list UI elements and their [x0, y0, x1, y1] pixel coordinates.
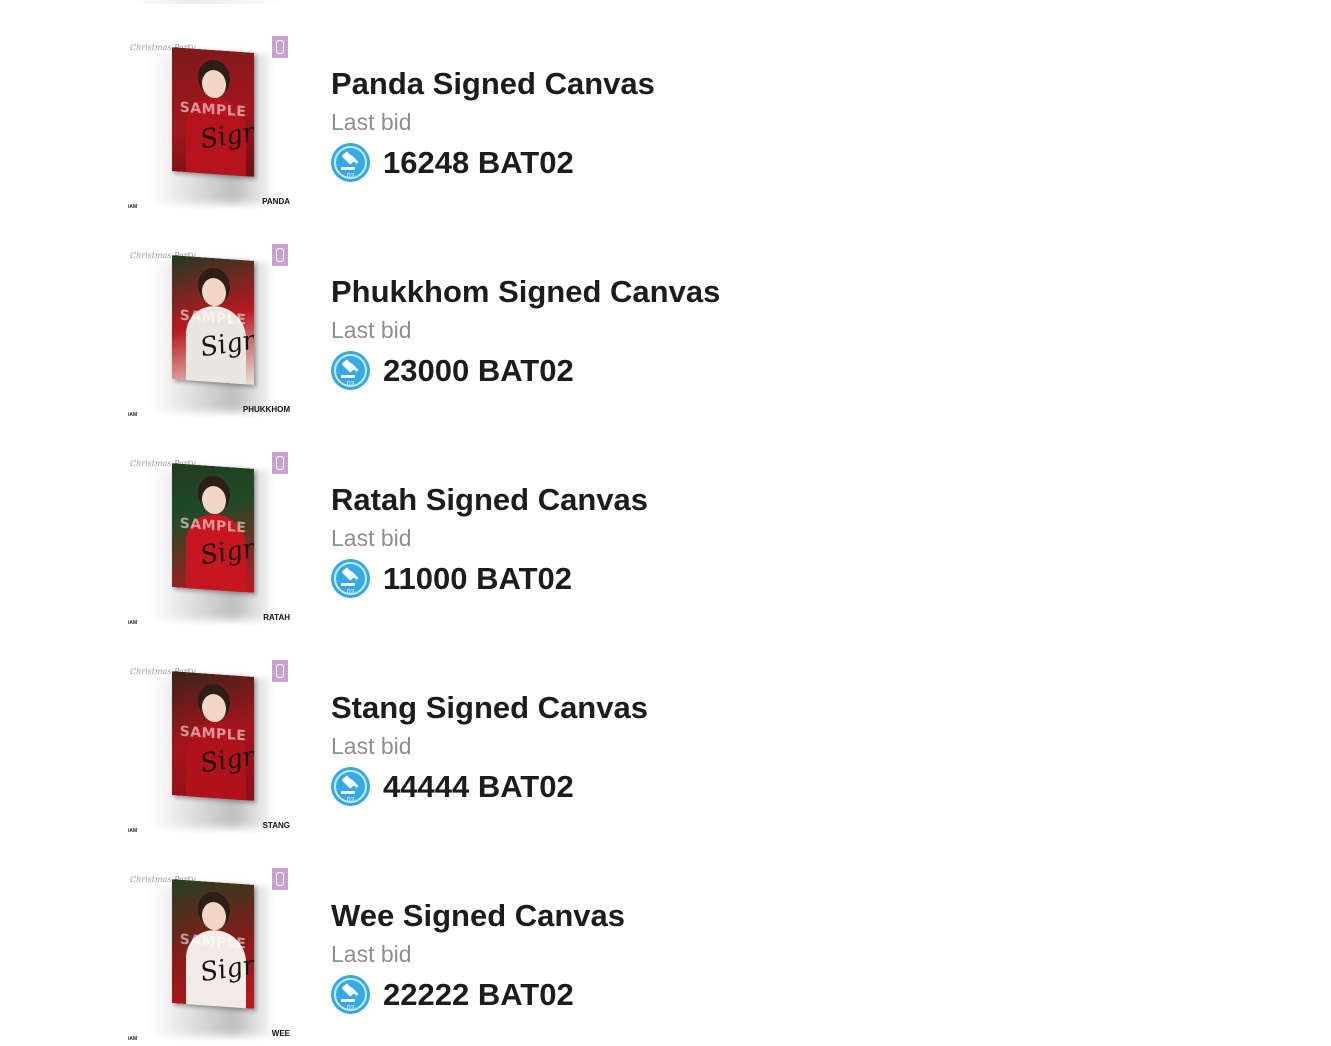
- member-name-tag: STANG: [262, 821, 290, 830]
- item-thumbnail: Christmas Party SAMPLE Sign RATAH iAM: [126, 452, 296, 628]
- item-title: Panda Signed Canvas: [331, 66, 655, 101]
- canvas-image: SAMPLE Sign: [172, 255, 254, 385]
- portrait: [202, 277, 226, 307]
- bid-amount: 44444 BAT02: [383, 769, 574, 804]
- item-thumbnail: Christmas Party SAMPLE Sign. WEE iAM: [126, 868, 296, 1044]
- item-title: Stang Signed Canvas: [331, 690, 648, 725]
- previous-item-edge: [130, 0, 290, 4]
- auction-item-row[interactable]: Christmas Party SAMPLE Sign RATAH iAM Ra…: [0, 452, 1331, 660]
- gavel-coin-icon: 02: [331, 351, 370, 390]
- item-title: Ratah Signed Canvas: [331, 482, 648, 517]
- auction-item-row[interactable]: Christmas Party SAMPLE Sign. WEE iAM Wee…: [0, 868, 1331, 1046]
- portrait: [202, 901, 226, 931]
- brand-tag-icon: [272, 452, 288, 474]
- brand-tag-icon: [272, 868, 288, 890]
- item-thumbnail: Christmas Party SAMPLE Sign STANG iAM: [126, 660, 296, 836]
- portrait: [202, 693, 226, 723]
- svg-text:02: 02: [347, 1005, 355, 1012]
- canvas-image: SAMPLE Sign.: [172, 879, 254, 1009]
- item-title: Phukkhom Signed Canvas: [331, 274, 721, 309]
- brand-tag-icon: [272, 244, 288, 266]
- portrait: [202, 69, 226, 99]
- item-thumbnail: Christmas Party SAMPLE Sign PHUKKHOM iAM: [126, 244, 296, 420]
- canvas-image: SAMPLE Sign: [172, 463, 254, 593]
- gavel-coin-icon: 02: [331, 559, 370, 598]
- last-bid-label: Last bid: [331, 109, 412, 135]
- auction-item-row[interactable]: Christmas Party SAMPLE Sign STANG iAM St…: [0, 660, 1331, 868]
- brand-logo: iAM: [128, 620, 138, 626]
- brand-logo: iAM: [128, 1036, 138, 1042]
- auction-item-row[interactable]: Christmas Party SAMPLE Sign PANDA iAM Pa…: [0, 36, 1331, 244]
- last-bid-label: Last bid: [331, 733, 412, 759]
- item-title: Wee Signed Canvas: [331, 898, 626, 933]
- bid-amount: 11000 BAT02: [383, 561, 572, 596]
- brand-tag-icon: [272, 660, 288, 682]
- brand-tag-icon: [272, 36, 288, 58]
- svg-text:02: 02: [347, 381, 355, 388]
- bid-amount: 22222 BAT02: [383, 977, 574, 1012]
- brand-logo: iAM: [128, 412, 138, 418]
- gavel-coin-icon: 02: [331, 767, 370, 806]
- gavel-coin-icon: 02: [331, 975, 370, 1014]
- brand-logo: iAM: [128, 204, 138, 210]
- bid-amount: 23000 BAT02: [383, 353, 574, 388]
- svg-text:02: 02: [347, 589, 355, 596]
- item-thumbnail: Christmas Party SAMPLE Sign PANDA iAM: [126, 36, 296, 212]
- gavel-coin-icon: 02: [331, 143, 370, 182]
- bid-amount: 16248 BAT02: [383, 145, 574, 180]
- member-name-tag: WEE: [271, 1029, 290, 1038]
- last-bid-label: Last bid: [331, 317, 412, 343]
- last-bid-label: Last bid: [331, 941, 412, 967]
- portrait: [202, 485, 226, 515]
- last-bid-label: Last bid: [331, 525, 412, 551]
- svg-text:02: 02: [347, 797, 355, 804]
- auction-item-list: Christmas Party SAMPLE Sign PANDA iAM Pa…: [0, 0, 1331, 1046]
- member-name-tag: PHUKKHOM: [242, 405, 290, 414]
- canvas-image: SAMPLE Sign: [172, 671, 254, 801]
- svg-text:02: 02: [347, 173, 355, 180]
- brand-logo: iAM: [128, 828, 138, 834]
- member-name-tag: RATAH: [263, 613, 290, 622]
- canvas-image: SAMPLE Sign: [172, 47, 254, 177]
- member-name-tag: PANDA: [262, 197, 290, 206]
- auction-item-row[interactable]: Christmas Party SAMPLE Sign PHUKKHOM iAM…: [0, 244, 1331, 452]
